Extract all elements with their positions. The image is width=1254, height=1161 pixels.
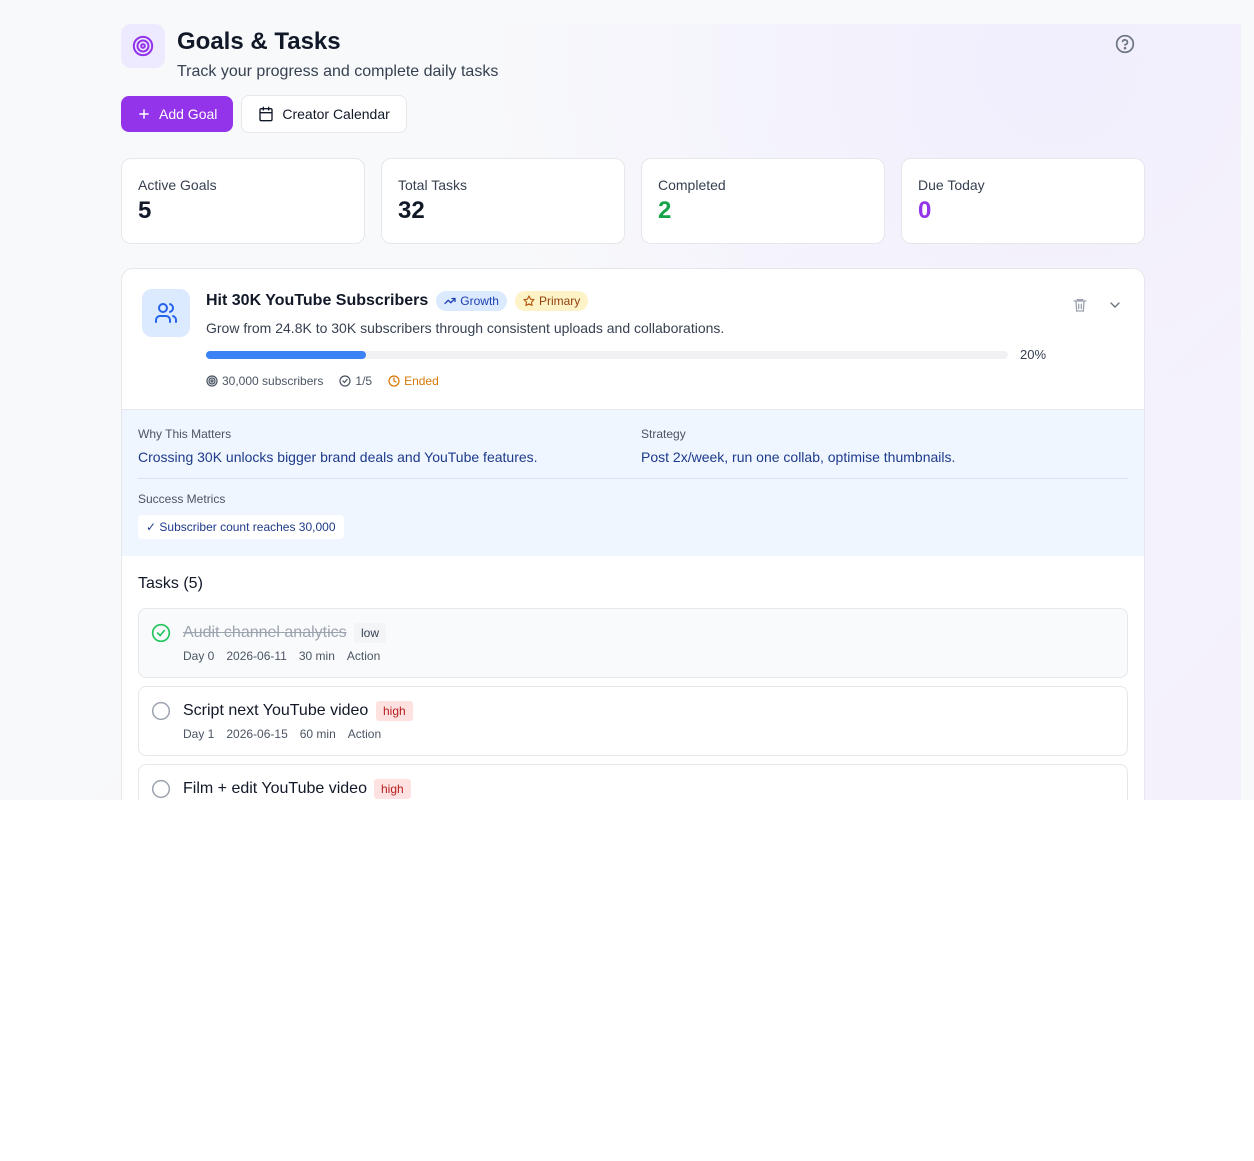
task-name: Audit channel analytics	[183, 624, 347, 641]
app-viewport: Goals & Tasks Track your progress and co…	[0, 0, 1254, 800]
task-type: Action	[346, 649, 381, 663]
add-goal-label: Add Goal	[159, 106, 218, 122]
add-goal-button[interactable]: Add Goal	[121, 96, 234, 132]
stat-card-active-goals: Active Goals 5	[121, 158, 365, 244]
page-header: Goals & Tasks Track your progress and co…	[121, 24, 1145, 94]
target-icon	[121, 24, 165, 68]
creator-calendar-button[interactable]: Creator Calendar	[241, 95, 407, 133]
task-date: 2026-06-15	[226, 727, 288, 741]
page-subtitle: Track your progress and complete daily t…	[177, 63, 499, 80]
goal-title: Hit 30K YouTube Subscribers	[206, 292, 429, 309]
goal-progress-percent: 20%	[1020, 347, 1047, 362]
check-circle-icon[interactable]	[151, 623, 171, 643]
trash-icon[interactable]	[1072, 297, 1088, 318]
goal-card[interactable]: Hit 30K YouTube Subscribers Growth Prima…	[121, 268, 1145, 800]
plus-icon	[139, 109, 149, 119]
stat-card-due-today: Due Today 0	[901, 158, 1145, 244]
circle-icon[interactable]	[151, 701, 171, 721]
goal-details: Why This Matters Crossing 30K unlocks bi…	[122, 409, 1144, 556]
why-text: Crossing 30K unlocks bigger brand deals …	[138, 449, 538, 465]
task-item[interactable]: Film + edit YouTube video high	[138, 764, 1128, 800]
check-circle-icon	[339, 375, 352, 387]
task-name: Film + edit YouTube video	[183, 780, 367, 797]
goal-target: 30,000 subscribers	[206, 374, 323, 388]
strategy-text: Post 2x/week, run one collab, optimise t…	[641, 449, 956, 465]
chevron-down-icon[interactable]	[1107, 297, 1123, 318]
circle-icon[interactable]	[151, 779, 171, 799]
goal-progress-bar	[206, 351, 1008, 359]
task-item[interactable]: Script next YouTube video high Day 1 202…	[138, 686, 1128, 756]
goal-status: Ended	[388, 374, 439, 388]
stat-label: Completed	[658, 177, 726, 193]
help-icon[interactable]	[1115, 34, 1135, 54]
priority-badge: high	[374, 779, 411, 799]
task-day: Day 1	[183, 727, 215, 741]
stat-value: 5	[138, 197, 152, 224]
goal-status-label: Ended	[404, 374, 439, 388]
task-meta: Day 0 2026-06-11 30 min Action	[183, 649, 380, 663]
primary-label: Primary	[538, 294, 581, 308]
stat-value: 32	[398, 197, 425, 224]
stat-card-completed: Completed 2	[641, 158, 885, 244]
creator-calendar-label: Creator Calendar	[282, 106, 390, 122]
target-small-icon	[206, 375, 218, 387]
stat-value: 2	[658, 197, 672, 224]
goal-target-label: 30,000 subscribers	[222, 374, 324, 388]
task-name: Script next YouTube video	[183, 702, 369, 719]
priority-badge: low	[354, 623, 387, 643]
trending-up-icon	[444, 297, 456, 305]
stat-value: 0	[918, 197, 932, 224]
priority-badge: high	[376, 701, 413, 721]
stats-row: Active Goals 5 Total Tasks 32 Completed …	[121, 158, 1145, 244]
details-divider	[138, 478, 1128, 479]
goal-task-count: 1/5	[339, 374, 372, 388]
task-type: Action	[347, 727, 382, 741]
stat-label: Total Tasks	[398, 177, 467, 193]
goal-title-row: Hit 30K YouTube Subscribers Growth Prima…	[206, 291, 589, 311]
task-item[interactable]: Audit channel analytics low Day 0 2026-0…	[138, 608, 1128, 678]
category-label: Growth	[460, 294, 499, 308]
task-day: Day 0	[183, 649, 215, 663]
category-badge: Growth	[436, 291, 507, 311]
goal-description: Grow from 24.8K to 30K subscribers throu…	[206, 320, 725, 336]
why-label: Why This Matters	[138, 427, 232, 441]
task-duration: 60 min	[299, 727, 336, 741]
primary-badge: Primary	[514, 291, 589, 311]
strategy-label: Strategy	[641, 427, 686, 441]
page-title: Goals & Tasks	[177, 28, 341, 55]
tasks-heading: Tasks (5)	[138, 575, 203, 592]
clock-icon	[388, 375, 400, 387]
calendar-icon	[259, 106, 274, 122]
stat-label: Due Today	[918, 177, 985, 193]
star-icon	[523, 295, 535, 307]
goal-meta: 30,000 subscribers 1/5 Ended	[206, 374, 439, 388]
goals-page: Goals & Tasks Track your progress and co…	[121, 24, 1145, 800]
task-date: 2026-06-11	[226, 649, 287, 663]
task-duration: 30 min	[298, 649, 335, 663]
stat-card-total-tasks: Total Tasks 32	[381, 158, 625, 244]
success-metric: ✓ Subscriber count reaches 30,000	[138, 515, 344, 539]
task-meta: Day 1 2026-06-15 60 min Action	[183, 727, 381, 741]
goal-progress-fill	[206, 351, 367, 359]
action-bar: Add Goal Creator Calendar	[121, 95, 407, 133]
metrics-label: Success Metrics	[138, 492, 226, 506]
users-icon	[142, 289, 190, 337]
stat-label: Active Goals	[138, 177, 217, 193]
goal-task-count-label: 1/5	[355, 374, 373, 388]
